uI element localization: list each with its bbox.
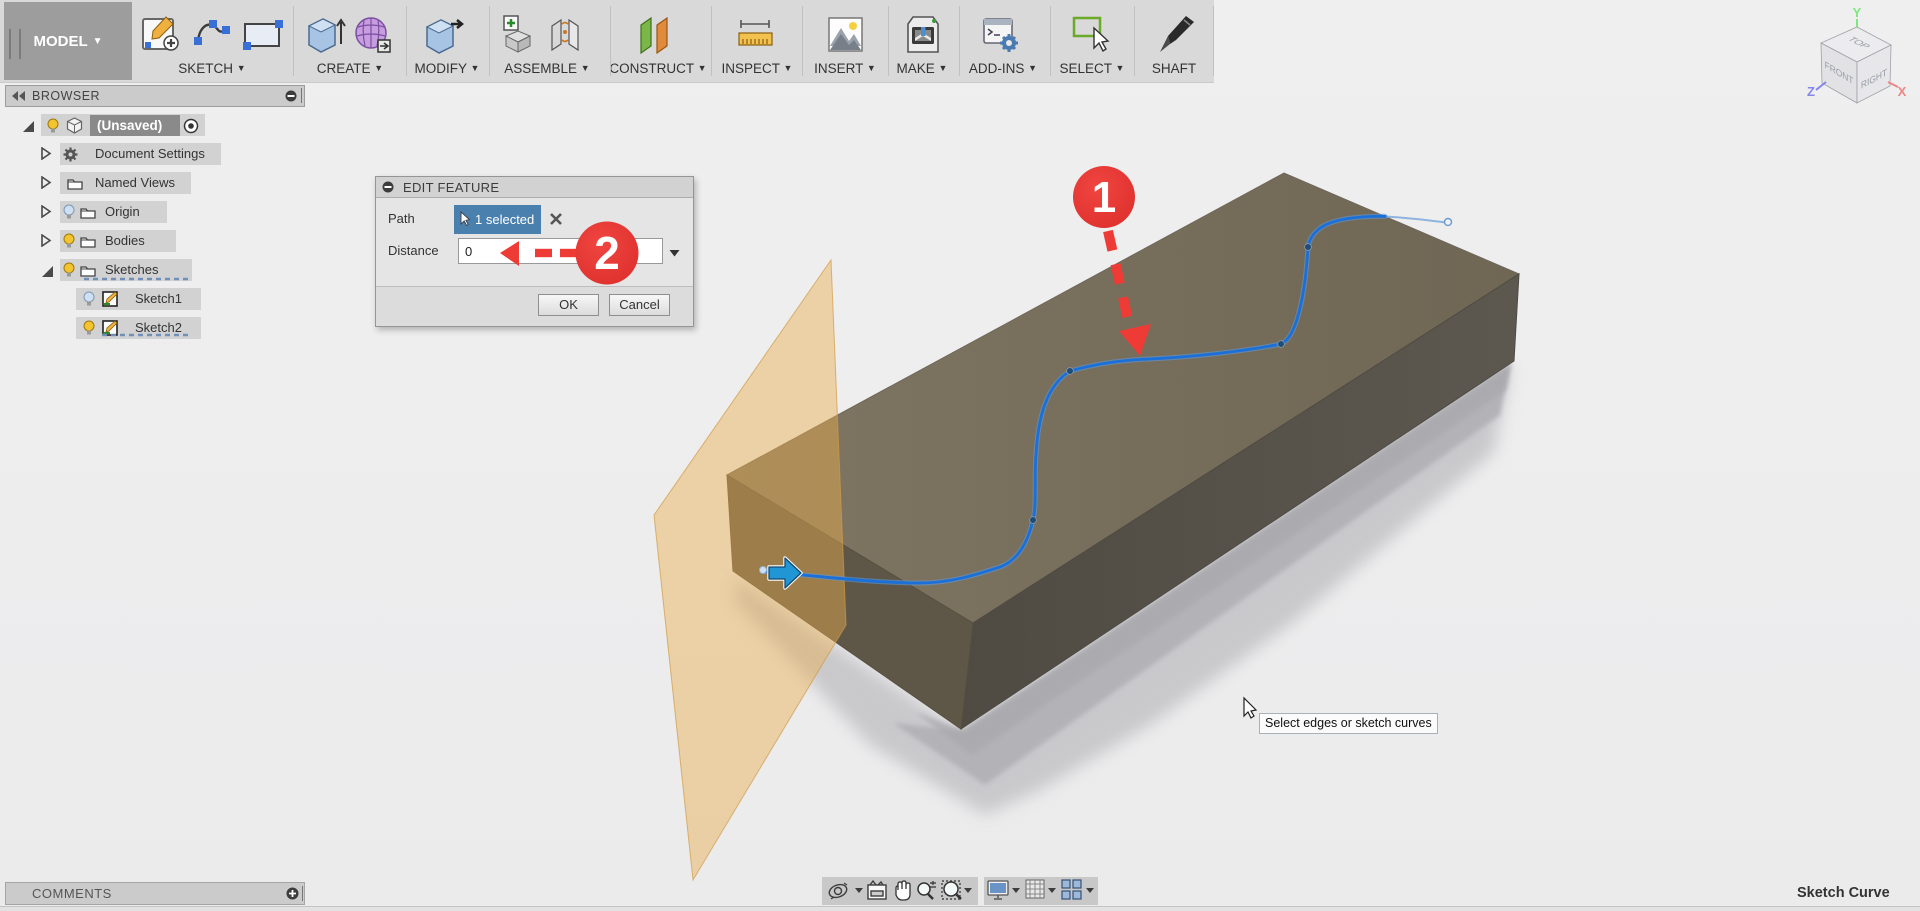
svg-text:2: 2 — [594, 227, 620, 279]
svg-text:1: 1 — [1092, 173, 1116, 222]
